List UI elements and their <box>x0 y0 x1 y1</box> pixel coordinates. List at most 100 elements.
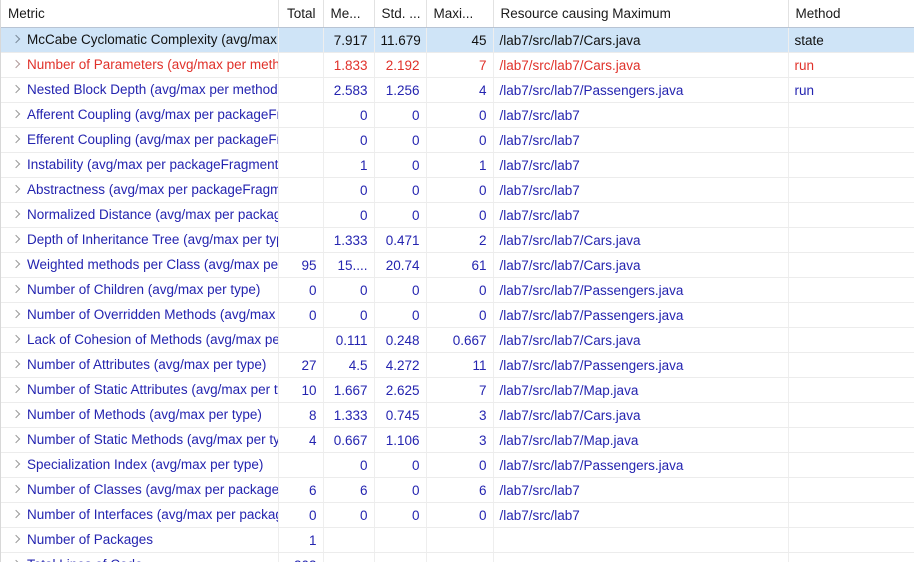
cell-method[interactable] <box>788 327 914 353</box>
cell-std[interactable]: 2.192 <box>374 52 427 78</box>
cell-total[interactable]: 303 <box>278 552 324 562</box>
cell-total[interactable] <box>278 77 324 103</box>
cell-resource[interactable]: /lab7/src/lab7/Cars.java <box>493 27 789 53</box>
cell-method[interactable] <box>788 302 914 328</box>
cell-method[interactable] <box>788 102 914 128</box>
cell-std[interactable]: 0.248 <box>374 327 427 353</box>
cell-maximum[interactable]: 1 <box>426 152 494 178</box>
cell-metric[interactable]: Number of Methods (avg/max per type) <box>1 402 279 428</box>
table-row[interactable]: Number of Attributes (avg/max per type) 2… <box>1 352 914 378</box>
chevron-right-icon[interactable] <box>10 183 24 197</box>
chevron-right-icon[interactable] <box>10 508 24 522</box>
cell-metric[interactable]: Number of Static Attributes (avg/max per… <box>1 377 279 403</box>
cell-resource[interactable]: /lab7/src/lab7 <box>493 102 789 128</box>
cell-maximum[interactable]: 0 <box>426 177 494 203</box>
cell-metric[interactable]: Normalized Distance (avg/max per package… <box>1 202 279 228</box>
cell-metric[interactable]: Number of Classes (avg/max per packageFr… <box>1 477 279 503</box>
cell-mean[interactable]: 0.667 <box>323 427 375 453</box>
cell-total[interactable] <box>278 27 324 53</box>
cell-maximum[interactable] <box>426 552 494 562</box>
cell-total[interactable] <box>278 227 324 253</box>
cell-resource[interactable]: /lab7/src/lab7/Map.java <box>493 427 789 453</box>
cell-std[interactable]: 1.256 <box>374 77 427 103</box>
cell-method[interactable] <box>788 427 914 453</box>
cell-metric[interactable]: McCabe Cyclomatic Complexity (avg/max pe… <box>1 27 279 53</box>
cell-total[interactable]: 95 <box>278 252 324 278</box>
cell-total[interactable] <box>278 127 324 153</box>
cell-mean[interactable]: 7.917 <box>323 27 375 53</box>
cell-mean[interactable]: 1 <box>323 152 375 178</box>
cell-metric[interactable]: Number of Packages <box>1 527 279 553</box>
cell-std[interactable]: 0.471 <box>374 227 427 253</box>
table-row[interactable]: Number of Parameters (avg/max per method… <box>1 52 914 78</box>
column-header-total[interactable]: Total <box>278 0 324 28</box>
cell-resource[interactable]: /lab7/src/lab7/Passengers.java <box>493 302 789 328</box>
table-row[interactable]: Weighted methods per Class (avg/max per … <box>1 252 914 278</box>
chevron-right-icon[interactable] <box>10 208 24 222</box>
cell-std[interactable]: 4.272 <box>374 352 427 378</box>
cell-method[interactable] <box>788 527 914 553</box>
table-row[interactable]: Number of Overridden Methods (avg/max pe… <box>1 302 914 328</box>
chevron-right-icon[interactable] <box>10 233 24 247</box>
cell-std[interactable]: 0 <box>374 102 427 128</box>
table-row[interactable]: Number of Packages 1 <box>1 527 914 553</box>
cell-mean[interactable]: 0.111 <box>323 327 375 353</box>
cell-metric[interactable]: Number of Children (avg/max per type) <box>1 277 279 303</box>
table-row[interactable]: Instability (avg/max per packageFragment… <box>1 152 914 178</box>
table-row[interactable]: Depth of Inheritance Tree (avg/max per t… <box>1 227 914 253</box>
table-row[interactable]: Nested Block Depth (avg/max per method) 2… <box>1 77 914 103</box>
cell-maximum[interactable]: 0 <box>426 502 494 528</box>
chevron-right-icon[interactable] <box>10 108 24 122</box>
chevron-right-icon[interactable] <box>10 283 24 297</box>
cell-metric[interactable]: Specialization Index (avg/max per type) <box>1 452 279 478</box>
cell-mean[interactable]: 1.333 <box>323 227 375 253</box>
cell-total[interactable]: 8 <box>278 402 324 428</box>
chevron-right-icon[interactable] <box>10 258 24 272</box>
chevron-right-icon[interactable] <box>10 308 24 322</box>
cell-resource[interactable]: /lab7/src/lab7/Passengers.java <box>493 352 789 378</box>
cell-total[interactable] <box>278 327 324 353</box>
cell-std[interactable]: 0.745 <box>374 402 427 428</box>
cell-resource[interactable]: /lab7/src/lab7/Passengers.java <box>493 452 789 478</box>
chevron-right-icon[interactable] <box>10 333 24 347</box>
cell-mean[interactable]: 0 <box>323 102 375 128</box>
cell-mean[interactable]: 0 <box>323 452 375 478</box>
cell-maximum[interactable]: 0 <box>426 302 494 328</box>
cell-maximum[interactable]: 61 <box>426 252 494 278</box>
cell-metric[interactable]: Number of Interfaces (avg/max per packag… <box>1 502 279 528</box>
table-row[interactable]: Efferent Coupling (avg/max per packageFr… <box>1 127 914 153</box>
chevron-right-icon[interactable] <box>10 558 24 562</box>
cell-resource[interactable]: /lab7/src/lab7 <box>493 152 789 178</box>
cell-resource[interactable]: /lab7/src/lab7/Cars.java <box>493 52 789 78</box>
cell-std[interactable] <box>374 527 427 553</box>
cell-metric[interactable]: Nested Block Depth (avg/max per method) <box>1 77 279 103</box>
cell-method[interactable] <box>788 477 914 503</box>
chevron-right-icon[interactable] <box>10 458 24 472</box>
cell-metric[interactable]: Afferent Coupling (avg/max per packageFr… <box>1 102 279 128</box>
cell-method[interactable] <box>788 277 914 303</box>
cell-total[interactable]: 0 <box>278 302 324 328</box>
cell-metric[interactable]: Efferent Coupling (avg/max per packageFr… <box>1 127 279 153</box>
cell-maximum[interactable]: 0 <box>426 102 494 128</box>
cell-std[interactable] <box>374 552 427 562</box>
cell-method[interactable] <box>788 227 914 253</box>
cell-method[interactable] <box>788 177 914 203</box>
cell-total[interactable] <box>278 152 324 178</box>
cell-mean[interactable] <box>323 527 375 553</box>
table-row[interactable]: Number of Interfaces (avg/max per packag… <box>1 502 914 528</box>
cell-mean[interactable]: 6 <box>323 477 375 503</box>
cell-metric[interactable]: Instability (avg/max per packageFragment… <box>1 152 279 178</box>
cell-resource[interactable] <box>493 527 789 553</box>
cell-resource[interactable]: /lab7/src/lab7 <box>493 502 789 528</box>
cell-method[interactable] <box>788 502 914 528</box>
cell-maximum[interactable]: 6 <box>426 477 494 503</box>
chevron-right-icon[interactable] <box>10 158 24 172</box>
table-row[interactable]: Number of Static Methods (avg/max per ty… <box>1 427 914 453</box>
cell-maximum[interactable]: 0 <box>426 202 494 228</box>
cell-mean[interactable]: 0 <box>323 502 375 528</box>
cell-resource[interactable]: /lab7/src/lab7/Cars.java <box>493 252 789 278</box>
cell-maximum[interactable]: 11 <box>426 352 494 378</box>
cell-maximum[interactable]: 45 <box>426 27 494 53</box>
cell-method[interactable] <box>788 352 914 378</box>
cell-method[interactable] <box>788 252 914 278</box>
